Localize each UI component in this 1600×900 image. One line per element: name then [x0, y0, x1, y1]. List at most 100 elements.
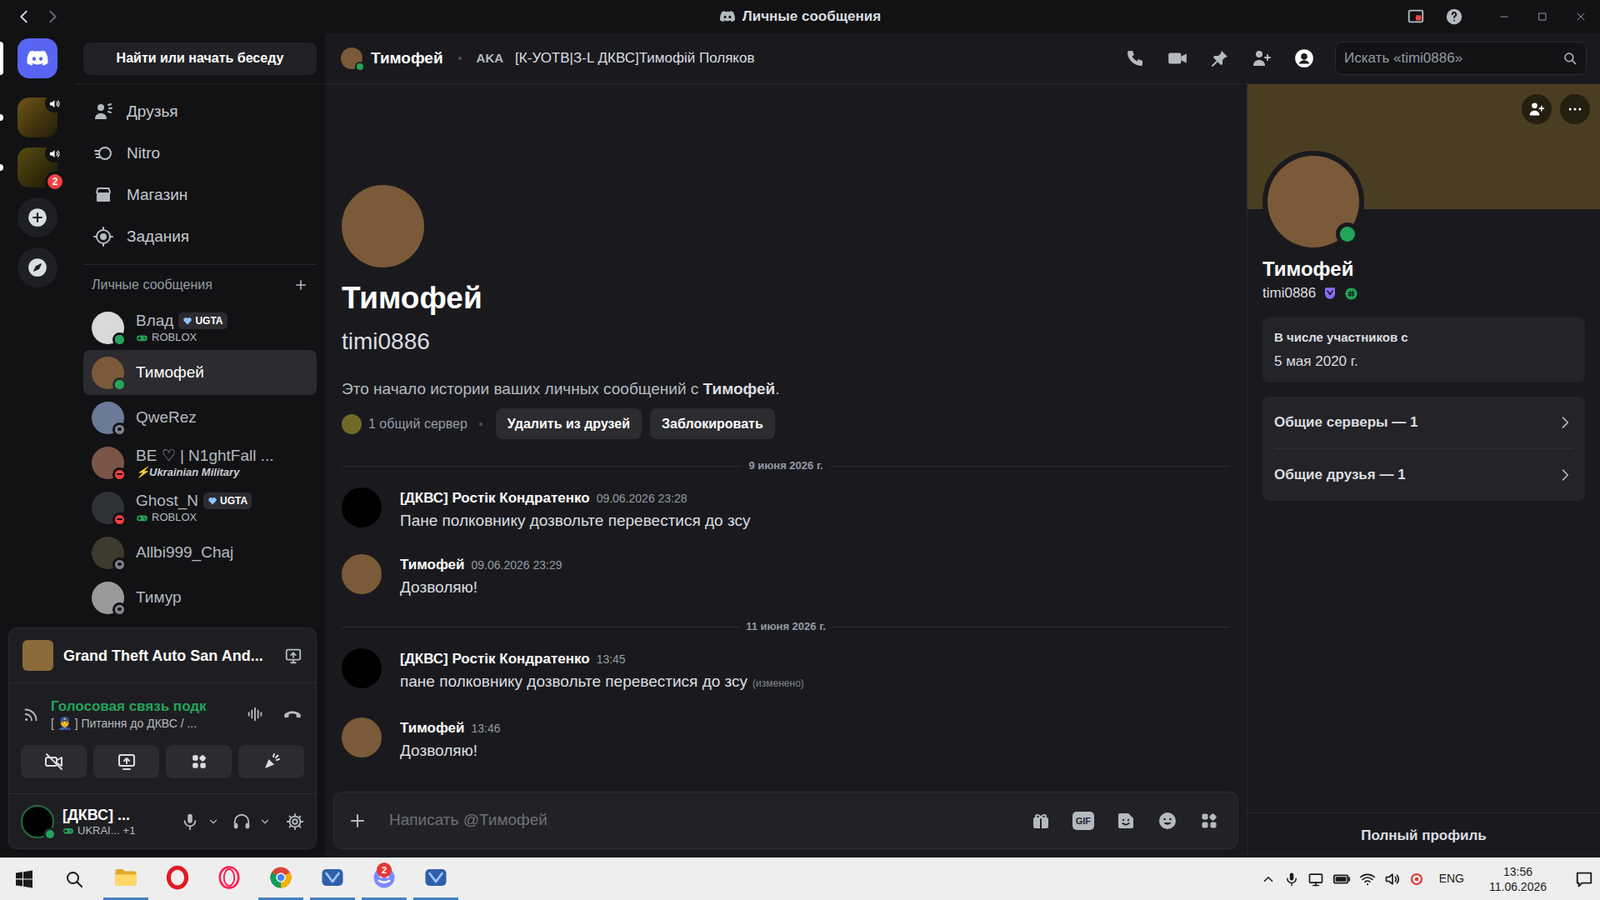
minimize-icon[interactable] — [1497, 10, 1511, 24]
message-avatar[interactable] — [341, 648, 382, 689]
search-icon[interactable] — [1562, 50, 1578, 66]
back-arrow-icon[interactable] — [15, 7, 34, 26]
home-button[interactable] — [17, 38, 58, 79]
voice-status[interactable]: Голосовая связь подк — [50, 697, 236, 716]
mutual-servers[interactable]: 1 общий сервер — [341, 414, 488, 435]
apps-icon[interactable] — [1199, 810, 1220, 831]
dm-item[interactable]: Тимур — [83, 575, 317, 620]
forward-arrow-icon[interactable] — [43, 7, 62, 26]
message-avatar[interactable] — [341, 554, 382, 595]
full-profile-button[interactable]: Полный профиль — [1247, 812, 1600, 858]
close-icon[interactable] — [1574, 10, 1588, 24]
server-item[interactable]: 2 — [0, 147, 75, 188]
start-button[interactable] — [0, 857, 49, 900]
chevron-down-icon[interactable] — [259, 815, 271, 828]
add-friend-button[interactable] — [1521, 94, 1552, 125]
dm-item[interactable]: Тимофей — [83, 350, 317, 395]
message-author[interactable]: Тимофей — [400, 554, 465, 576]
pin-icon[interactable] — [1210, 48, 1230, 69]
search-button[interactable] — [48, 857, 100, 900]
maximize-icon[interactable] — [1535, 10, 1550, 24]
discover-button[interactable] — [17, 247, 58, 288]
more-button[interactable] — [1560, 94, 1590, 125]
taskbar-app[interactable] — [255, 857, 307, 900]
maximize-button[interactable] — [1523, 0, 1562, 34]
clock[interactable]: 13:5611.06.2026 — [1484, 864, 1552, 895]
help-icon[interactable] — [1445, 7, 1464, 26]
message-author[interactable]: [ДКВС] Ростік Кондратенко — [400, 648, 590, 670]
chevron-up-icon[interactable] — [1260, 871, 1276, 887]
close-button[interactable] — [1561, 0, 1600, 34]
phone-icon[interactable] — [1125, 48, 1145, 69]
taskbar-app[interactable] — [306, 857, 359, 900]
activity-row[interactable]: Grand Theft Auto San And... — [9, 628, 316, 684]
headphones-icon[interactable] — [232, 812, 251, 831]
dm-item[interactable]: Allbi999_Chaj — [83, 530, 317, 575]
dm-item[interactable]: QweRez — [83, 395, 317, 440]
language-indicator[interactable]: ENG — [1439, 870, 1465, 888]
waveform-icon[interactable] — [245, 705, 265, 724]
home-item[interactable] — [0, 38, 75, 79]
taskbar-app[interactable] — [151, 857, 204, 900]
battery-icon[interactable] — [1332, 870, 1351, 889]
intro-button[interactable]: Удалить из друзей — [495, 408, 642, 440]
video-icon[interactable] — [1166, 47, 1189, 70]
server-item[interactable] — [0, 97, 75, 138]
user-avatar-wrap[interactable] — [20, 805, 55, 839]
microphone-icon[interactable] — [1284, 871, 1300, 887]
add-friend-icon[interactable] — [1251, 48, 1272, 69]
minimize-button[interactable] — [1485, 0, 1524, 34]
screen-button[interactable] — [93, 745, 160, 779]
profile-toggle[interactable] — [1293, 47, 1315, 70]
hangup-icon[interactable] — [282, 704, 303, 725]
taskbar-app[interactable] — [203, 857, 255, 900]
inbox-icon[interactable] — [1406, 7, 1425, 26]
message-author[interactable]: [ДКВС] Ростік Кондратенко — [400, 487, 590, 510]
mutual-row[interactable]: Общие серверы — 1 — [1262, 396, 1585, 449]
antivirus-icon[interactable] — [1409, 871, 1425, 887]
find-conversation-button[interactable]: Найти или начать беседу — [83, 42, 317, 75]
dm-item[interactable]: BE ♡ | N1ghtFall ...⚡Ukrainian Military — [83, 440, 317, 485]
chevron-down-icon[interactable] — [207, 815, 220, 828]
mutual-servers-label[interactable]: 1 общий сервер — [368, 414, 468, 435]
message-avatar[interactable] — [341, 487, 382, 528]
microphone-icon[interactable] — [180, 812, 200, 831]
volume-icon[interactable] — [1384, 870, 1401, 888]
dm-item[interactable]: ВладUGTAROBLOX — [83, 305, 317, 350]
wifi-icon[interactable] — [1359, 870, 1376, 888]
nav-item[interactable]: Nitro — [83, 132, 317, 175]
user-name: [ДКВС] ... — [62, 805, 173, 825]
mutual-row[interactable]: Общие друзья — 1 — [1262, 449, 1585, 501]
monitor-icon[interactable] — [1307, 870, 1325, 888]
voice-channel[interactable]: [ 👮 ] Питання до ДКВС / ... — [50, 715, 236, 731]
sticker-icon[interactable] — [1115, 810, 1136, 831]
camera-button[interactable] — [20, 745, 87, 779]
message-author[interactable]: Тимофей — [400, 717, 465, 740]
search-box[interactable] — [1335, 41, 1587, 75]
header-name[interactable]: Тимофей — [370, 46, 444, 71]
taskbar-app[interactable] — [100, 857, 152, 900]
gear-icon[interactable] — [285, 812, 305, 831]
plus-circle-icon[interactable] — [347, 810, 368, 831]
search-input[interactable] — [1344, 47, 1556, 70]
message-input[interactable] — [389, 808, 1010, 833]
message-avatar[interactable] — [341, 717, 382, 758]
emoji-icon[interactable] — [1157, 810, 1178, 831]
nav-item[interactable]: Задания — [83, 215, 317, 258]
plus-icon[interactable] — [293, 277, 309, 293]
screen-share-icon[interactable] — [284, 646, 303, 665]
gift-icon[interactable] — [1030, 810, 1051, 831]
profile-icon[interactable] — [1293, 47, 1315, 70]
nav-item[interactable]: Магазин — [83, 174, 317, 216]
activities-button[interactable] — [165, 745, 232, 779]
intro-button[interactable]: Заблокировать — [650, 408, 775, 440]
taskbar-app[interactable] — [410, 857, 462, 900]
dm-item[interactable]: Ghost_NUGTAROBLOX — [83, 485, 317, 530]
nav-item[interactable]: Друзья — [83, 90, 317, 133]
soundboard-button[interactable] — [238, 745, 305, 779]
taskbar-app[interactable]: 2 — [358, 857, 410, 900]
signal-icon[interactable] — [22, 705, 41, 724]
gif-button[interactable]: GIF — [1072, 811, 1095, 830]
add-server-button[interactable] — [17, 197, 58, 238]
notification-icon[interactable] — [1575, 870, 1594, 889]
